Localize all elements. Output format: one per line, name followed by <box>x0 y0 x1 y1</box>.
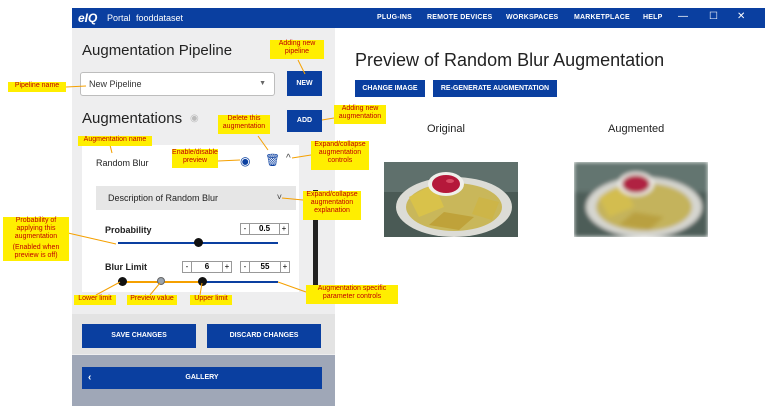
brand-logo[interactable]: eIQ <box>78 11 97 25</box>
probability-value[interactable]: 0.5 <box>251 224 278 234</box>
minimize-icon[interactable]: — <box>678 11 688 22</box>
description-toggle[interactable]: Description of Random Blur ˅ <box>96 186 296 210</box>
nav-remote-devices[interactable]: REMOTE DEVICES <box>427 14 492 21</box>
gallery-label: GALLERY <box>185 374 219 381</box>
note-enable-disable-preview: Enable/disable preview <box>172 149 218 168</box>
note-parameter-controls: Augmentation specific parameter controls <box>306 285 398 304</box>
probability-stepper[interactable]: - 0.5 + <box>240 223 289 235</box>
probability-label: Probability <box>105 225 152 235</box>
augmentation-name: Random Blur <box>96 158 149 168</box>
chevron-down-icon: ˅ <box>276 192 282 202</box>
nav-workspaces[interactable]: WORKSPACES <box>506 14 558 21</box>
augmentations-title: Augmentations <box>82 110 183 127</box>
decrement-button[interactable]: - <box>241 224 250 234</box>
decrement-button[interactable]: - <box>241 262 250 272</box>
note-expand-explanation: Expand/collapse augmentation explanation <box>303 191 361 220</box>
change-image-button[interactable]: CHANGE IMAGE <box>355 80 425 97</box>
note-probability: Probability of applying this augmentatio… <box>3 217 69 261</box>
note-preview-value: Preview value <box>127 295 177 305</box>
note-upper-limit: Upper limit <box>190 295 232 305</box>
blur-limit-label: Blur Limit <box>105 262 147 272</box>
increment-button[interactable]: + <box>222 262 231 272</box>
note-adding-augmentation: Adding new augmentation <box>334 105 386 124</box>
pipeline-title: Augmentation Pipeline <box>82 42 233 59</box>
chevron-down-icon: ▼ <box>259 80 266 87</box>
pipeline-select[interactable]: New Pipeline ▼ <box>80 72 275 96</box>
blur-upper-stepper[interactable]: - 55 + <box>240 261 290 273</box>
add-augmentation-button[interactable]: ADD <box>287 110 322 132</box>
note-probability-line1: Probability of applying this augmentatio… <box>14 217 58 240</box>
nav-plugins[interactable]: PLUG-INS <box>377 14 412 21</box>
note-expand-controls: Expand/collapse augmentation controls <box>311 141 369 170</box>
nav-help[interactable]: HELP <box>643 14 662 21</box>
blur-upper-value[interactable]: 55 <box>251 262 279 272</box>
save-changes-button[interactable]: SAVE CHANGES <box>82 324 196 348</box>
description-title: Description of Random Blur <box>108 193 219 203</box>
note-delete-augmentation: Delete this augmentation <box>218 115 270 134</box>
preview-title: Preview of Random Blur Augmentation <box>355 50 665 70</box>
nav-marketplace[interactable]: MARKETPLACE <box>574 14 630 21</box>
augmented-image <box>574 162 708 237</box>
blur-preview-thumb[interactable] <box>157 277 165 285</box>
blur-lower-stepper[interactable]: - 6 + <box>182 261 232 273</box>
new-pipeline-button[interactable]: NEW <box>287 71 322 96</box>
regenerate-button[interactable]: RE-GENERATE AUGMENTATION <box>433 80 557 97</box>
note-augmentation-name: Augmentation name <box>78 136 152 146</box>
original-label: Original <box>427 123 465 135</box>
chevron-up-icon[interactable]: ^ <box>286 153 291 164</box>
brand-portal: Portal <box>107 13 131 23</box>
pipeline-select-value: New Pipeline <box>89 79 142 89</box>
augmented-label: Augmented <box>608 123 665 135</box>
probability-slider-thumb[interactable] <box>194 238 203 247</box>
trash-icon[interactable]: 🗑 <box>265 153 280 167</box>
gallery-button[interactable]: ‹ GALLERY <box>82 367 322 389</box>
maximize-icon[interactable]: ☐ <box>709 11 718 22</box>
note-pipeline-name: Pipeline name <box>8 82 66 92</box>
decrement-button[interactable]: - <box>183 262 192 272</box>
eye-icon[interactable]: ◉ <box>190 113 199 124</box>
blur-lower-value[interactable]: 6 <box>193 262 221 272</box>
eye-icon[interactable]: ◉ <box>240 154 250 168</box>
increment-button[interactable]: + <box>280 262 289 272</box>
discard-changes-button[interactable]: DISCARD CHANGES <box>207 324 321 348</box>
blur-upper-thumb[interactable] <box>198 277 207 286</box>
increment-button[interactable]: + <box>279 224 288 234</box>
close-icon[interactable]: ✕ <box>737 11 745 22</box>
chevron-left-icon: ‹ <box>88 372 92 383</box>
dataset-name: fooddataset <box>136 13 184 23</box>
note-adding-pipeline: Adding new pipeline <box>270 40 324 59</box>
note-probability-line2: (Enabled when preview is off) <box>12 244 60 259</box>
original-image <box>384 162 518 237</box>
blur-lower-thumb[interactable] <box>118 277 127 286</box>
note-lower-limit: Lower limit <box>74 295 116 305</box>
top-bar: eIQ Portal fooddataset PLUG-INS REMOTE D… <box>72 8 765 28</box>
